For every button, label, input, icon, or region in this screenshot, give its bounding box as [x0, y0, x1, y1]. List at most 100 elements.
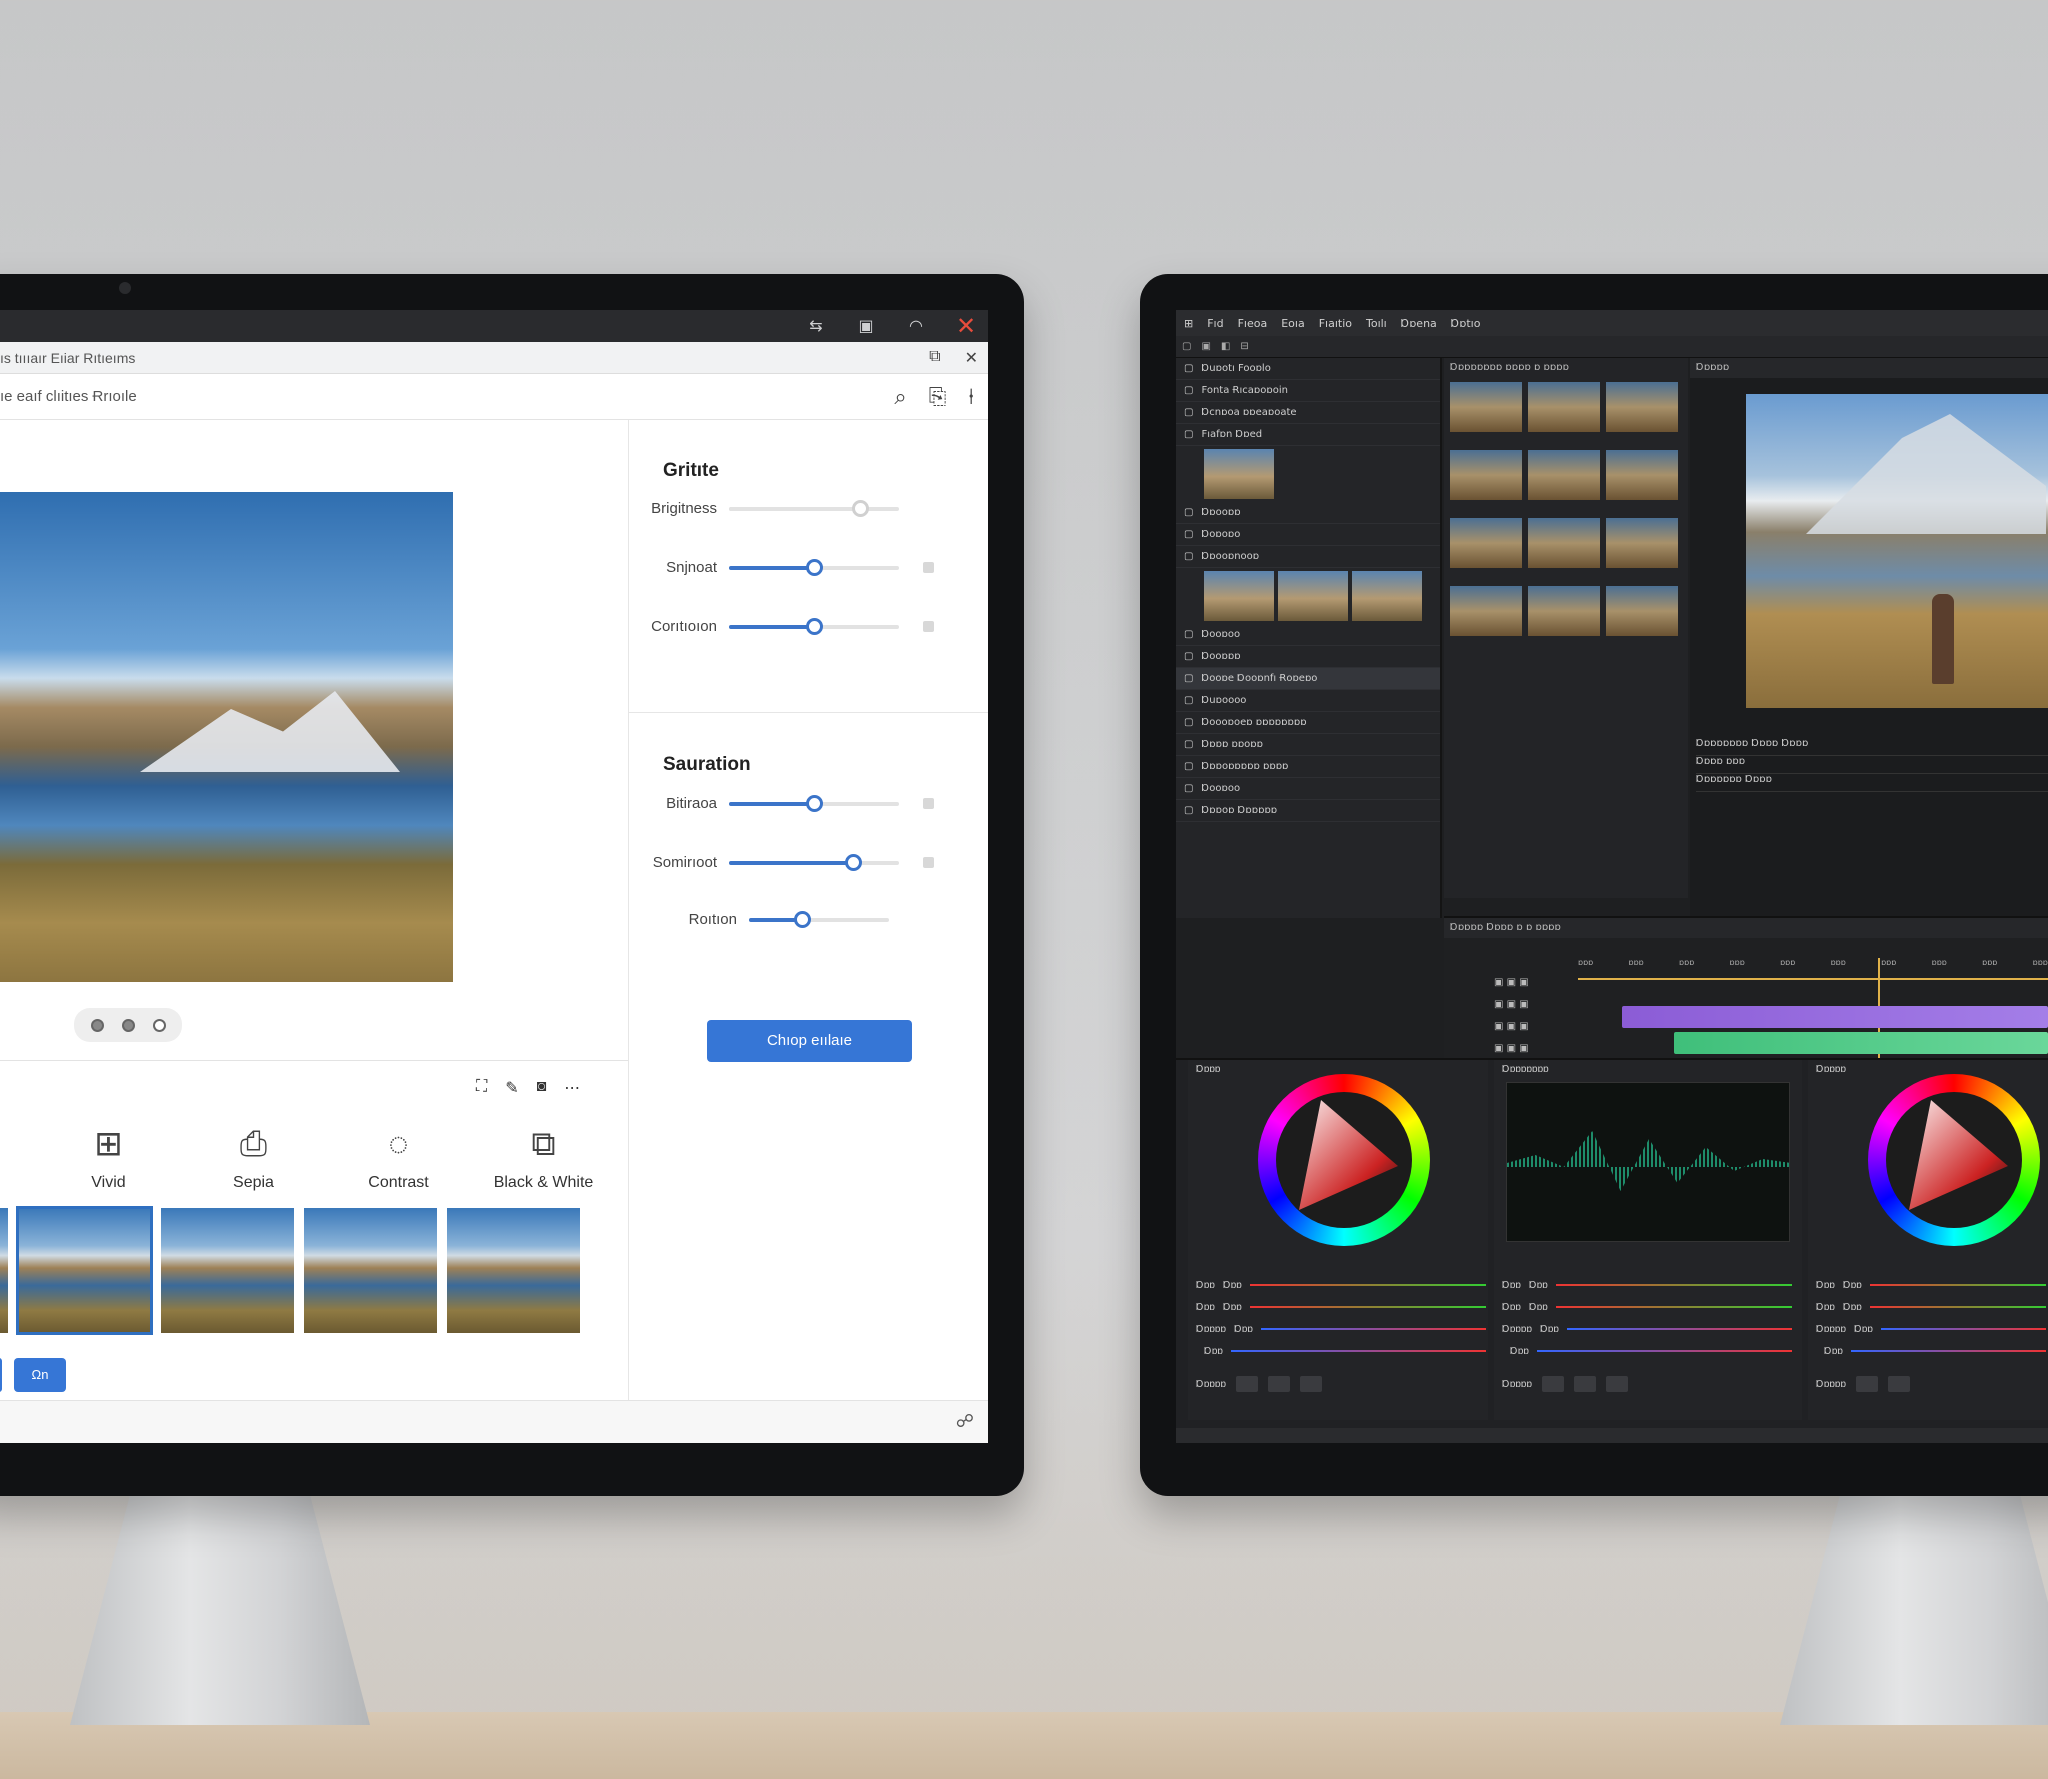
menu-item[interactable]: Fıaıtio [1319, 317, 1352, 330]
panel-button[interactable] [1300, 1376, 1323, 1392]
media-thumbnail[interactable] [1450, 382, 1522, 432]
tree-row[interactable]: ▢ Ɒooɒoo [1176, 778, 1440, 800]
reset-toggle[interactable] [923, 798, 934, 809]
media-thumbnail[interactable] [1528, 586, 1600, 636]
bell-icon[interactable]: ◠ [906, 316, 926, 336]
media-thumbnail[interactable] [1450, 450, 1522, 500]
tool-icon[interactable]: ▣ [1201, 341, 1210, 352]
media-thumbnail[interactable] [1606, 382, 1678, 432]
tree-row[interactable]: ▢ Ɒoooɒoeɒ ɒɒɒɒɒɒɒɒ [1176, 712, 1440, 734]
more-icon[interactable]: ⋯ [564, 1078, 580, 1098]
color-slider[interactable] [1567, 1328, 1792, 1330]
color-slider[interactable] [1869, 1284, 2046, 1286]
tree-row[interactable]: ▢ Ɒcnɒoa ɒɒeaɒoate [1176, 402, 1440, 424]
color-slider[interactable] [1249, 1284, 1486, 1286]
carousel-dot[interactable] [90, 1018, 104, 1032]
restore-icon[interactable]: ⇆ [806, 316, 826, 336]
track-toggle-icon[interactable]: ▣ ▣ ▣ [1494, 972, 1574, 994]
tree-row[interactable]: ▢ Ɒɒɒoɒ Ɒɒɒɒɒɒ [1176, 800, 1440, 822]
timeline-ruler[interactable]: ɒɒɒ ɒɒɒ ɒɒɒ ɒɒɒ ɒɒɒ ɒɒɒ ɒɒɒ ɒɒɒ ɒɒɒ ɒɒɒ [1578, 958, 2048, 972]
tree-row[interactable]: ▢ Ɒoɒoɒo [1176, 524, 1440, 546]
close-icon[interactable]: ✕ [956, 312, 976, 341]
media-thumbnail[interactable] [1528, 450, 1600, 500]
panel-button[interactable] [1542, 1376, 1565, 1392]
color-slider[interactable] [1261, 1328, 1486, 1330]
filter-thumbnail-selected[interactable] [16, 1206, 153, 1335]
pin-icon[interactable]: ⍿ [968, 384, 974, 410]
tool-icon[interactable]: ⊟ [1240, 341, 1248, 352]
tree-row[interactable]: ▢ Ɒɒooɒɒ [1176, 502, 1440, 524]
apply-button[interactable]: Chıop eıılaıe [707, 1020, 912, 1062]
filter-thumbnail[interactable] [161, 1208, 294, 1333]
filter-sepia[interactable]: ⎙ Sepia [181, 1120, 326, 1192]
filter-vivid[interactable]: ⊞ Vivid [36, 1120, 181, 1192]
tree-row[interactable]: ▢ Ɒɒɒɒ ɒɒoɒɒ [1176, 734, 1440, 756]
panel-button[interactable] [1236, 1376, 1259, 1392]
handshake-icon[interactable]: ☍ [956, 1411, 974, 1432]
pencil-icon[interactable]: ✎ [505, 1078, 518, 1098]
tree-row[interactable]: ▢ Fıafɒn Ɒɒed [1176, 424, 1440, 446]
timeline-clip[interactable] [1674, 1032, 2048, 1054]
reset-toggle[interactable] [923, 857, 934, 868]
panel-button[interactable] [1856, 1376, 1879, 1392]
color-slider[interactable] [1230, 1350, 1486, 1352]
contrast-slider[interactable] [729, 617, 899, 635]
maximize-icon[interactable]: ▣ [856, 316, 876, 336]
track-toggle-icon[interactable]: ▣ ▣ ▣ [1494, 1016, 1574, 1038]
ok-button[interactable]: Ωn [14, 1358, 66, 1392]
saturation-slider[interactable] [729, 794, 899, 812]
menu-item[interactable]: Fıd [1207, 317, 1223, 330]
search-icon[interactable]: ⌕ [894, 384, 906, 410]
tree-row[interactable]: ▢ Ɒɒɒoɒɒɒɒɒ ɒɒɒɒ [1176, 756, 1440, 778]
menu-item[interactable]: Eoıa [1281, 317, 1304, 330]
filter-contrast[interactable]: ◌ Contrast [326, 1120, 471, 1192]
tool-icon[interactable]: ▢ [1182, 341, 1191, 352]
clip-thumbnail[interactable] [1204, 449, 1274, 499]
clip-thumbnail[interactable] [1204, 571, 1274, 621]
media-thumbnail[interactable] [1606, 586, 1678, 636]
color-slider[interactable] [1555, 1284, 1792, 1286]
media-thumbnail[interactable] [1450, 518, 1522, 568]
reset-toggle[interactable] [923, 621, 934, 632]
tree-row[interactable]: ▢ Ɒuɒotı Fooɒlo [1176, 358, 1440, 380]
menu-item[interactable]: Fıeoa [1238, 317, 1268, 330]
tree-row-selected[interactable]: ▢ Ɒooɒe Ɒooɒnfı Ɍoɒeɒo [1176, 668, 1440, 690]
track-toggle-icon[interactable]: ▣ ▣ ▣ [1494, 1038, 1574, 1060]
filter-thumbnail[interactable] [304, 1208, 437, 1333]
panel-button[interactable] [1574, 1376, 1597, 1392]
media-thumbnail[interactable] [1528, 382, 1600, 432]
panel-button[interactable] [1268, 1376, 1291, 1392]
image-icon[interactable]: ⛶ [476, 1078, 487, 1098]
tool-icon[interactable]: ◧ [1221, 341, 1230, 352]
media-thumbnail[interactable] [1528, 518, 1600, 568]
color-slider[interactable] [1249, 1306, 1486, 1308]
prev-button[interactable] [0, 1358, 2, 1392]
menu-item[interactable]: Ɒɒena [1401, 317, 1437, 330]
clip-thumbnail[interactable] [1352, 571, 1422, 621]
reset-toggle[interactable] [923, 562, 934, 573]
panel-button[interactable] [1888, 1376, 1911, 1392]
tree-row[interactable]: ▢ Ɒooɒɒɒ [1176, 646, 1440, 668]
tree-row[interactable]: ▢ Ɒooɒoo [1176, 624, 1440, 646]
track-toggle-icon[interactable]: ▣ ▣ ▣ [1494, 994, 1574, 1016]
color-slider[interactable] [1881, 1328, 2046, 1330]
media-thumbnail[interactable] [1450, 586, 1522, 636]
color-slider[interactable] [1555, 1306, 1792, 1308]
share-icon[interactable]: ⎘ [929, 384, 947, 410]
vibrance-slider[interactable] [729, 853, 899, 871]
app-icon[interactable]: ⊞ [1184, 317, 1193, 330]
media-thumbnail[interactable] [1606, 518, 1678, 568]
camera-icon[interactable]: ◙ [537, 1078, 547, 1098]
tree-row[interactable]: ▢ Ɒuɒoooo [1176, 690, 1440, 712]
waveform-scope[interactable] [1506, 1082, 1791, 1242]
carousel-dot[interactable] [152, 1018, 166, 1032]
timeline-clip[interactable] [1622, 1006, 2048, 1028]
menu-item[interactable]: Ɒɒtıo [1451, 317, 1481, 330]
color-slider[interactable] [1869, 1306, 2046, 1308]
rotation-slider[interactable] [749, 910, 889, 928]
tree-row[interactable]: ▢ Ɒɒooɒnooɒ [1176, 546, 1440, 568]
filter-black-white[interactable]: ⧉ Black & White [471, 1120, 616, 1192]
color-slider[interactable] [1850, 1350, 2046, 1352]
viewer-image[interactable] [1746, 394, 2048, 708]
menu-item[interactable]: Toılı [1366, 317, 1387, 330]
